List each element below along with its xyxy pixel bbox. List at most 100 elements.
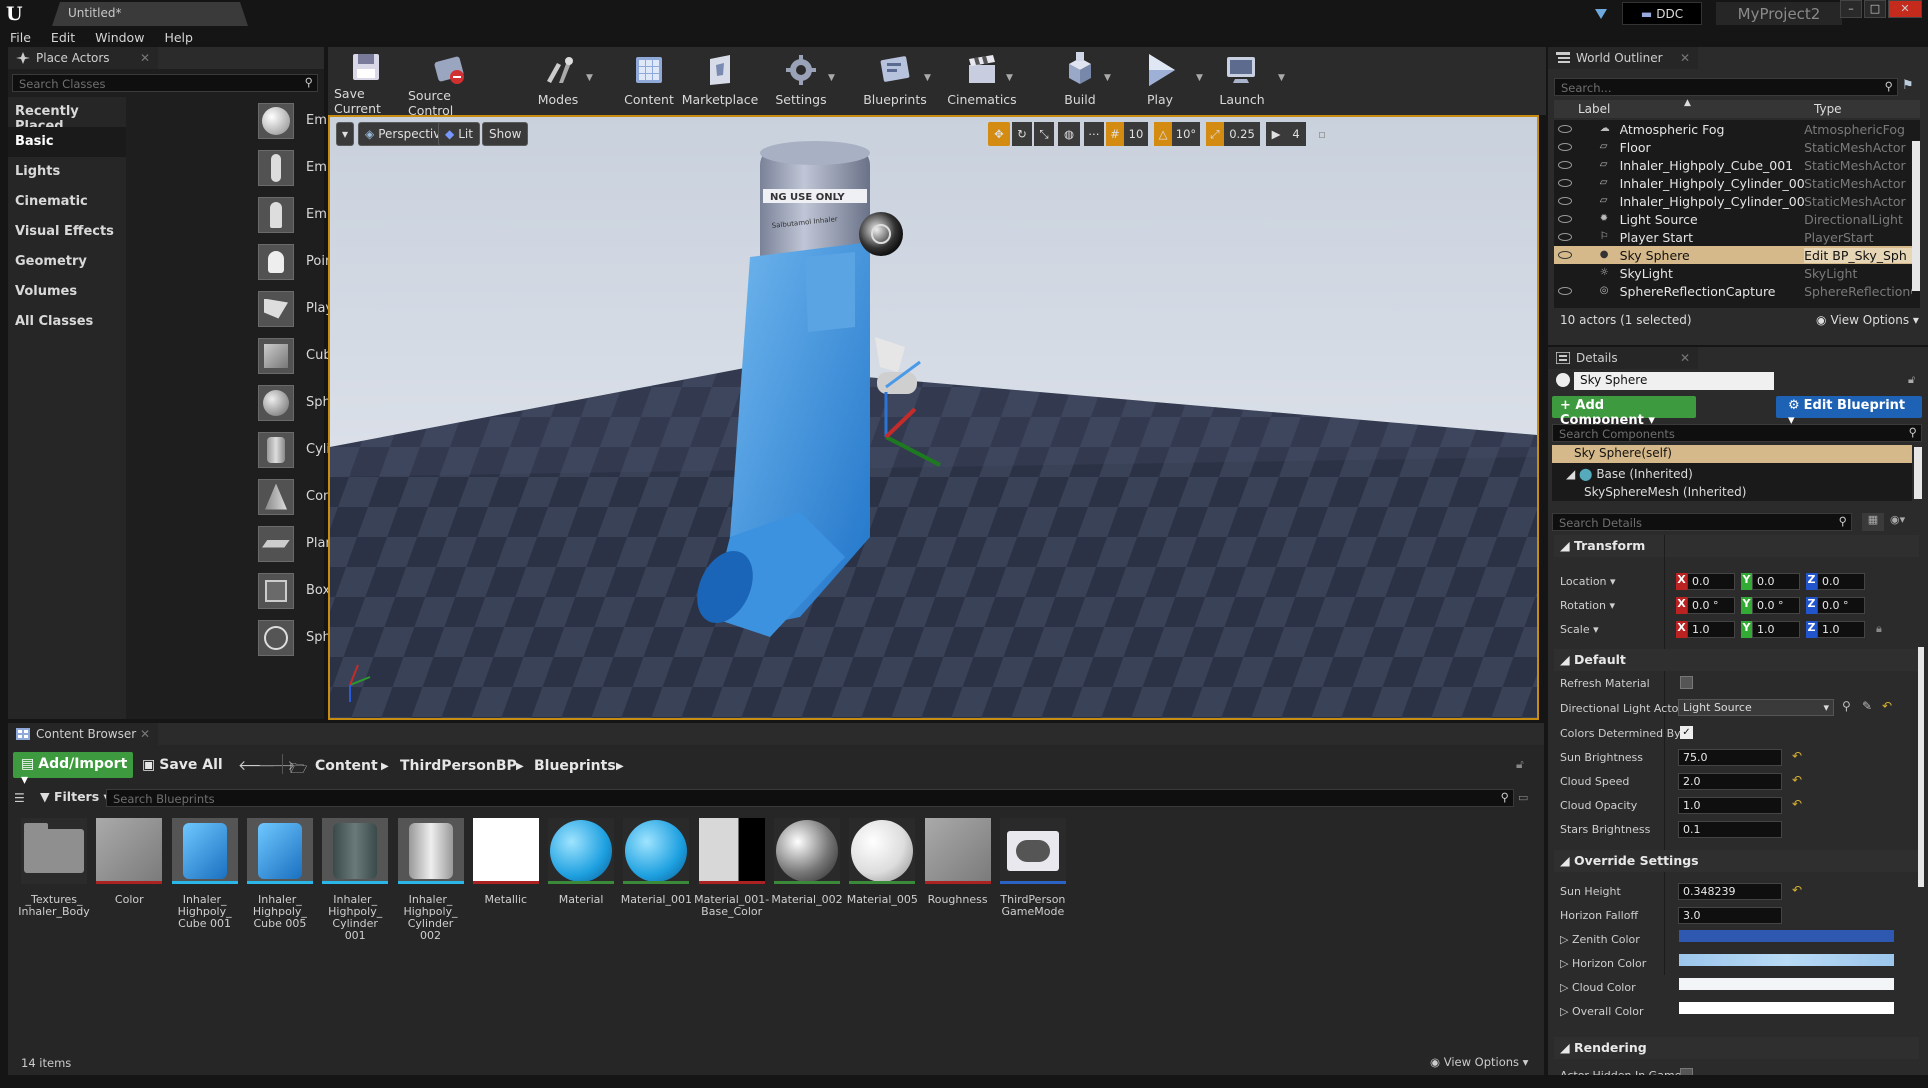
outliner-row[interactable]: ▱ Inhaler_Highpoly_Cylinder_001 StaticMesh… (1554, 174, 1912, 192)
details-scrollbar[interactable] (1918, 647, 1924, 887)
filters-button[interactable]: ▼ Filters ▾ (40, 789, 110, 804)
browse-actor-icon[interactable]: ⚲ (1842, 699, 1851, 713)
asset-tile[interactable]: Inhaler_ Highpoly_ Cylinder 002 (397, 818, 465, 942)
rotation-z-input[interactable]: 0.0 ° (1817, 597, 1865, 614)
build-dropdown-icon[interactable]: ▼ (1104, 73, 1114, 83)
reset-default-icon[interactable]: ↶ (1792, 883, 1802, 897)
content-view-options[interactable]: ◉ View Options ▾ (1430, 1055, 1528, 1069)
scale-lock-icon[interactable]: 🔒︎ (1876, 622, 1882, 636)
world-outliner-tab[interactable]: World Outliner ✕ (1548, 47, 1698, 69)
grid-snap-icon[interactable]: # (1106, 122, 1124, 146)
category-geometry[interactable]: Geometry (8, 247, 126, 277)
asset-tile[interactable]: Inhaler_ Highpoly_ Cube 001 (171, 818, 239, 930)
marketplace-button[interactable]: Marketplace (680, 51, 760, 111)
lock-icon[interactable]: 🔓︎ (1516, 757, 1524, 772)
visibility-eye-icon[interactable] (1558, 233, 1572, 241)
scale-label[interactable]: Scale ▾ (1560, 623, 1599, 636)
outliner-row[interactable]: ▱ Floor StaticMeshActor (1554, 138, 1912, 156)
sources-toggle-icon[interactable]: ☰ (14, 791, 25, 805)
section-override-settings[interactable]: ◢ Override Settings (1554, 850, 1919, 872)
section-rendering[interactable]: ◢ Rendering (1554, 1037, 1919, 1059)
search-components-input[interactable]: Search Components ⚲ (1552, 424, 1922, 442)
horizon-falloff-input[interactable]: 3.0 (1678, 907, 1782, 924)
scale-snap-value[interactable]: 0.25 (1224, 122, 1260, 146)
component-mesh[interactable]: SkySphereMesh (Inherited) (1584, 485, 1746, 499)
play-button[interactable]: Play (1128, 51, 1192, 111)
breadcrumb-arrow-icon[interactable]: ▶ (616, 761, 624, 777)
search-blueprints-input[interactable]: Search Blueprints ⚲ (106, 789, 1514, 807)
add-component-button[interactable]: + Add Component ▾ (1552, 396, 1696, 428)
add-folder-icon[interactable]: ⚑ (1902, 78, 1920, 96)
section-transform[interactable]: ◢ Transform (1554, 535, 1919, 557)
build-button[interactable]: Build (1048, 51, 1112, 111)
asset-tile[interactable]: Material_005 (847, 818, 918, 906)
reset-default-icon[interactable]: ↶ (1792, 749, 1802, 763)
reset-default-icon[interactable]: ↶ (1792, 773, 1802, 787)
component-self[interactable]: Sky Sphere(self) (1552, 445, 1912, 463)
close-tab-icon[interactable]: ✕ (140, 727, 150, 741)
maximize-viewport-icon[interactable]: ▫ (1314, 122, 1330, 146)
reset-default-icon[interactable]: ↶ (1792, 797, 1802, 811)
grid-snap-value[interactable]: 10 (1124, 122, 1148, 146)
viewport-options-button[interactable]: ▾ (336, 122, 354, 146)
details-tab[interactable]: Details ✕ (1548, 347, 1698, 369)
edit-blueprint-button[interactable]: ⚙ Edit Blueprint ▾ (1776, 396, 1922, 428)
directional-light-dropdown[interactable]: Light Source ▾ (1678, 699, 1834, 716)
blueprints-button[interactable]: Blueprints (860, 51, 930, 111)
translate-tool-icon[interactable]: ✥ (988, 122, 1010, 146)
overall-color-swatch[interactable] (1679, 1002, 1894, 1014)
breadcrumb-blueprints[interactable]: Blueprints (534, 758, 616, 774)
scale-tool-icon[interactable]: ⤡ (1034, 122, 1054, 146)
document-tab[interactable]: Untitled* (52, 2, 248, 26)
content-button[interactable]: Content (618, 51, 680, 111)
close-window-button[interactable]: ✕ (1888, 0, 1922, 18)
lit-button[interactable]: ◆ Lit (438, 122, 480, 146)
outliner-row[interactable]: ⚐ Player Start PlayerStart (1554, 228, 1912, 246)
location-x-input[interactable]: 0.0 (1687, 573, 1735, 590)
outliner-row[interactable]: ☁ Atmospheric Fog AtmosphericFog (1554, 120, 1912, 138)
visibility-eye-icon[interactable] (1558, 287, 1572, 295)
sun-height-input[interactable]: 0.348239 (1678, 883, 1782, 900)
modes-button[interactable]: Modes (530, 51, 586, 111)
asset-tile[interactable]: Material (547, 818, 615, 906)
cloud-speed-input[interactable]: 2.0 (1678, 773, 1782, 790)
search-classes-input[interactable]: Search Classes ⚲ (12, 74, 318, 92)
close-tab-icon[interactable]: ✕ (1680, 351, 1690, 365)
asset-tile[interactable]: _Textures_ Inhaler_Body (18, 818, 90, 918)
camera-speed-value[interactable]: 4 (1286, 122, 1306, 146)
outliner-row[interactable]: ✹ Light Source DirectionalLight (1554, 210, 1912, 228)
settings-dropdown-icon[interactable]: ▼ (828, 73, 838, 83)
row-type[interactable]: Edit BP_Sky_Sph (1804, 247, 1913, 263)
component-scrollbar[interactable] (1914, 447, 1922, 499)
component-base[interactable]: ◢ ⬤ Base (Inherited) (1566, 467, 1693, 481)
unreal-logo-icon[interactable]: U (6, 3, 30, 25)
modes-dropdown-icon[interactable]: ▼ (586, 73, 596, 83)
settings-button[interactable]: Settings (770, 51, 832, 111)
rotation-label[interactable]: Rotation ▾ (1560, 599, 1615, 612)
outliner-row[interactable]: ▱ Inhaler_Highpoly_Cube_001 StaticMeshActo… (1554, 156, 1912, 174)
details-view-options-icon[interactable]: ◉▾ (1890, 513, 1920, 531)
outliner-search-input[interactable]: Search... ⚲ (1554, 78, 1898, 96)
outliner-row[interactable]: ☼ SkyLight SkyLight (1554, 264, 1912, 282)
rotation-x-input[interactable]: 0.0 ° (1687, 597, 1735, 614)
section-default[interactable]: ◢ Default (1554, 649, 1919, 671)
scale-x-input[interactable]: 1.0 (1687, 621, 1735, 638)
asset-tile[interactable]: Inhaler_ Highpoly_ Cylinder 001 (321, 818, 389, 942)
close-tab-icon[interactable]: ✕ (1680, 51, 1690, 65)
outliner-row-selected[interactable]: ● Sky Sphere Edit BP_Sky_Sph (1554, 246, 1913, 264)
asset-tile[interactable]: ThirdPerson GameMode (999, 818, 1067, 918)
colors-determined-checkbox[interactable]: ✓ (1680, 726, 1693, 739)
menu-edit[interactable]: Edit (51, 30, 75, 45)
scale-z-input[interactable]: 1.0 (1817, 621, 1865, 638)
property-matrix-icon[interactable]: ▦ (1862, 513, 1884, 531)
category-visual-effects[interactable]: Visual Effects (8, 217, 126, 247)
place-actors-tab[interactable]: Place Actors ✕ (8, 47, 158, 69)
asset-tile[interactable]: Metallic (472, 818, 540, 906)
asset-tile[interactable]: Material_001 (621, 818, 692, 906)
overall-color-label[interactable]: ▷ Overall Color (1560, 1005, 1644, 1018)
menu-file[interactable]: File (10, 30, 31, 45)
visibility-eye-icon[interactable] (1558, 143, 1572, 151)
col-label-header[interactable]: Label (1578, 102, 1610, 116)
category-volumes[interactable]: Volumes (8, 277, 126, 307)
zenith-color-label[interactable]: ▷ Zenith Color (1560, 933, 1640, 946)
